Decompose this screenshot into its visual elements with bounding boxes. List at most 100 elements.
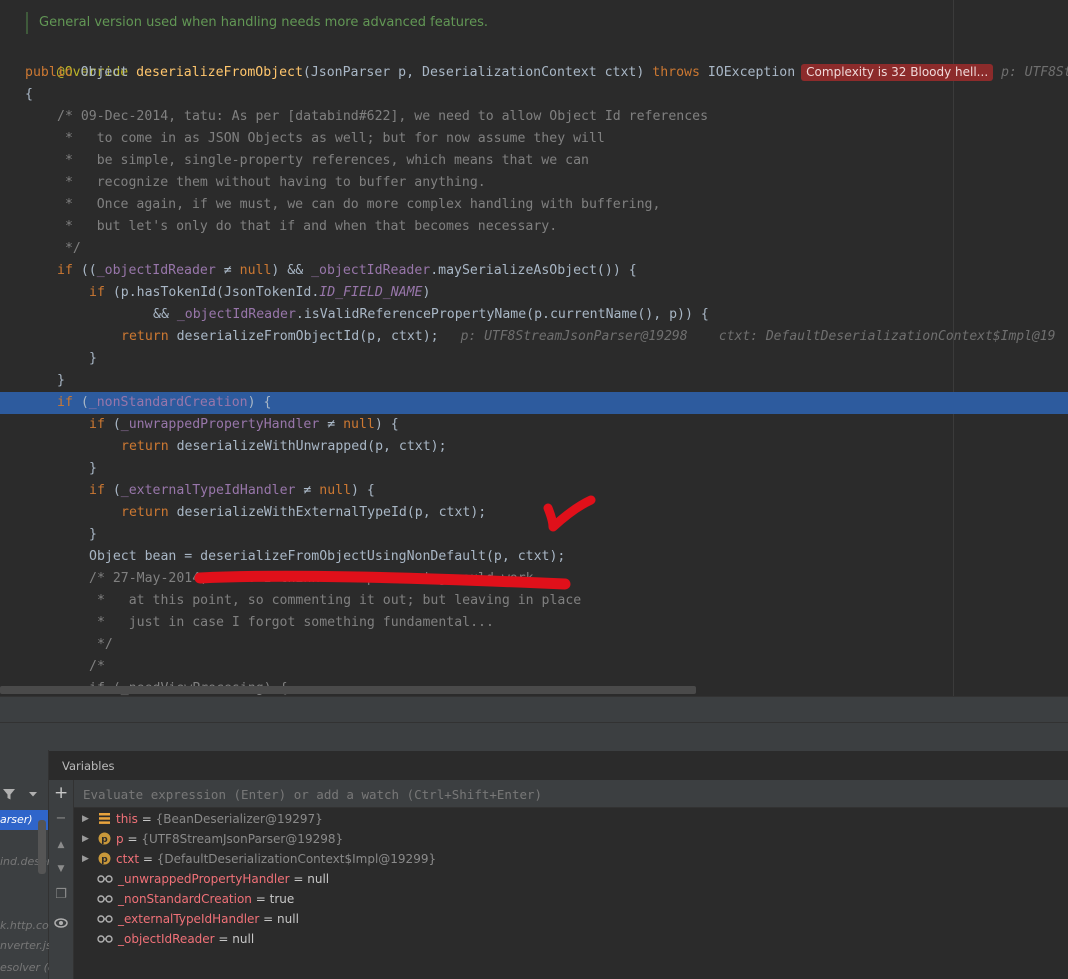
code-line-close-brace: } [57,373,65,388]
frames-scrollbar[interactable] [38,820,46,874]
code-token: .isValidReferencePropertyName(p.currentN… [295,307,709,322]
watch-value: true [269,892,295,906]
code-line-if-externaltype: if (_externalTypeIdHandler ≠ null) { [89,480,375,502]
variable-text: ctxt = {DefaultDeserializationContext$Im… [116,849,436,869]
expand-arrow-icon[interactable]: ▶ [82,849,92,869]
comment-line-4: * recognize them without having to buffe… [57,175,486,190]
debug-toolbar [0,722,1068,751]
comment-line-7: */ [57,241,81,256]
code-line-if-objectid: if ((_objectIdReader ≠ null) && _objectI… [57,260,637,282]
kw-null: null [319,483,352,498]
code-token: ( [104,483,121,498]
variable-equals: = [139,852,157,866]
variable-equals: = [137,812,156,826]
comment-view-line-4: */ [89,637,113,652]
code-line-return-unwrapped: return deserializeWithUnwrapped(p, ctxt)… [121,436,447,458]
filter-icon[interactable] [2,787,16,801]
comment-view-line-2: * at this point, so commenting it out; b… [89,593,582,608]
code-token: ≠ [319,417,344,432]
kw-null: null [343,417,375,432]
code-line-return-externaltype: return deserializeWithExternalTypeId(p, … [121,502,486,524]
code-editor[interactable]: General version used when handling needs… [0,0,1068,696]
method-name: deserializeFromObject [136,65,303,80]
watch-glasses-icon [97,935,113,943]
code-token: && [153,307,177,322]
variable-text: p = {UTF8StreamJsonParser@19298} [116,829,343,849]
field-list-icon [99,813,110,824]
right-margin-guide [953,0,954,696]
field-objectidreader: _objectIdReader [96,263,216,278]
inline-hint-signature: p: UTF8St [1001,65,1068,80]
remove-watch-icon[interactable]: − [54,812,68,826]
expand-arrow-icon[interactable]: ▶ [82,809,92,829]
code-token: ( [104,417,121,432]
watch-name: _unwrappedPropertyHandler [118,872,290,886]
code-token: (( [72,263,97,278]
move-up-icon[interactable]: ▲ [54,838,68,852]
kw-if: if [89,483,105,498]
field-nonstandardcreation: _nonStandardCreation [88,395,248,410]
kw-null: null [239,263,272,278]
frame-item-label: arser) [0,813,33,826]
variables-tab-title: Variables [62,759,115,773]
comment-line-5: * Once again, if we must, we can do more… [57,197,661,212]
code-token: ≠ [215,263,240,278]
kw-if: if [89,285,105,300]
code-line-if-unwrapped: if (_unwrappedPropertyHandler ≠ null) { [89,414,399,436]
code-token: deserializeWithExternalTypeId(p, ctxt); [168,505,487,520]
sig-params: (JsonParser p, DeserializationContext ct… [302,65,653,80]
horizontal-scrollbar[interactable] [0,686,696,694]
code-token: (p.hasTokenId(JsonTokenId. [104,285,320,300]
variable-equals: = [259,912,278,926]
variable-name: this [116,812,138,826]
kw-throws: throws [652,65,700,80]
frames-toolbar [0,780,48,806]
evaluate-expression-bar [74,780,1068,808]
svg-text:p: p [101,855,108,865]
expand-arrow-icon[interactable]: ▶ [82,829,92,849]
watch-value: null [277,912,299,926]
add-watch-icon[interactable]: + [54,785,68,802]
variable-equals: = [251,892,270,906]
comment-line-6: * but let's only do that if and when tha… [57,219,558,234]
red-checkmark-icon [543,495,596,532]
kw-if: if [57,395,73,410]
variable-value: {DefaultDeserializationContext$Impl@1929… [156,852,437,866]
variable-text: _externalTypeIdHandler = null [118,909,299,929]
kw-return: return [121,505,169,520]
move-down-icon[interactable]: ▼ [54,862,68,876]
code-line-object-bean: Object bean = deserializeFromObjectUsing… [89,549,566,564]
watch-name: _objectIdReader [118,932,215,946]
code-token: ) [422,285,431,300]
variable-text: this = {BeanDeserializer@19297} [116,809,323,829]
watch-glasses-icon [97,895,113,903]
evaluate-expression-input[interactable] [81,784,985,805]
frame-item[interactable]: nverter.js [0,939,52,952]
kw-if: if [89,417,105,432]
frame-item[interactable]: esolver (c [0,961,54,974]
sig-ioexception: IOException [699,65,796,80]
code-line-return-objectid: return deserializeFromObjectId(p, ctxt);… [121,326,1055,348]
code-token: deserializeFromObjectId(p, ctxt); [168,329,439,344]
variable-text: _nonStandardCreation = true [118,889,294,909]
watch-name: _externalTypeIdHandler [118,912,260,926]
code-line-close-brace: } [89,461,97,476]
code-token: ) && [271,263,312,278]
show-watches-eye-icon[interactable] [54,916,68,930]
code-token: ≠ [295,483,320,498]
const-id-field-name: ID_FIELD_NAME [319,285,423,300]
duplicate-watch-icon[interactable]: ❐ [54,888,68,902]
variable-equals: = [289,872,308,886]
code-line-signature: public Object deserializeFromObject(Json… [25,62,1068,84]
code-line-close-brace: } [89,527,97,542]
comment-line-2: * to come in as JSON Objects as well; bu… [57,131,605,146]
variable-value: {UTF8StreamJsonParser@19298} [141,832,344,846]
watch-glasses-icon [97,875,113,883]
code-line-open-brace: { [25,87,33,102]
frame-item[interactable]: k.http.con [0,919,56,932]
svg-text:p: p [101,835,108,845]
code-token: ( [72,395,89,410]
chevron-down-icon[interactable] [28,791,38,799]
complexity-badge[interactable]: Complexity is 32 Bloody hell... [801,64,994,81]
kw-if: if [57,263,73,278]
